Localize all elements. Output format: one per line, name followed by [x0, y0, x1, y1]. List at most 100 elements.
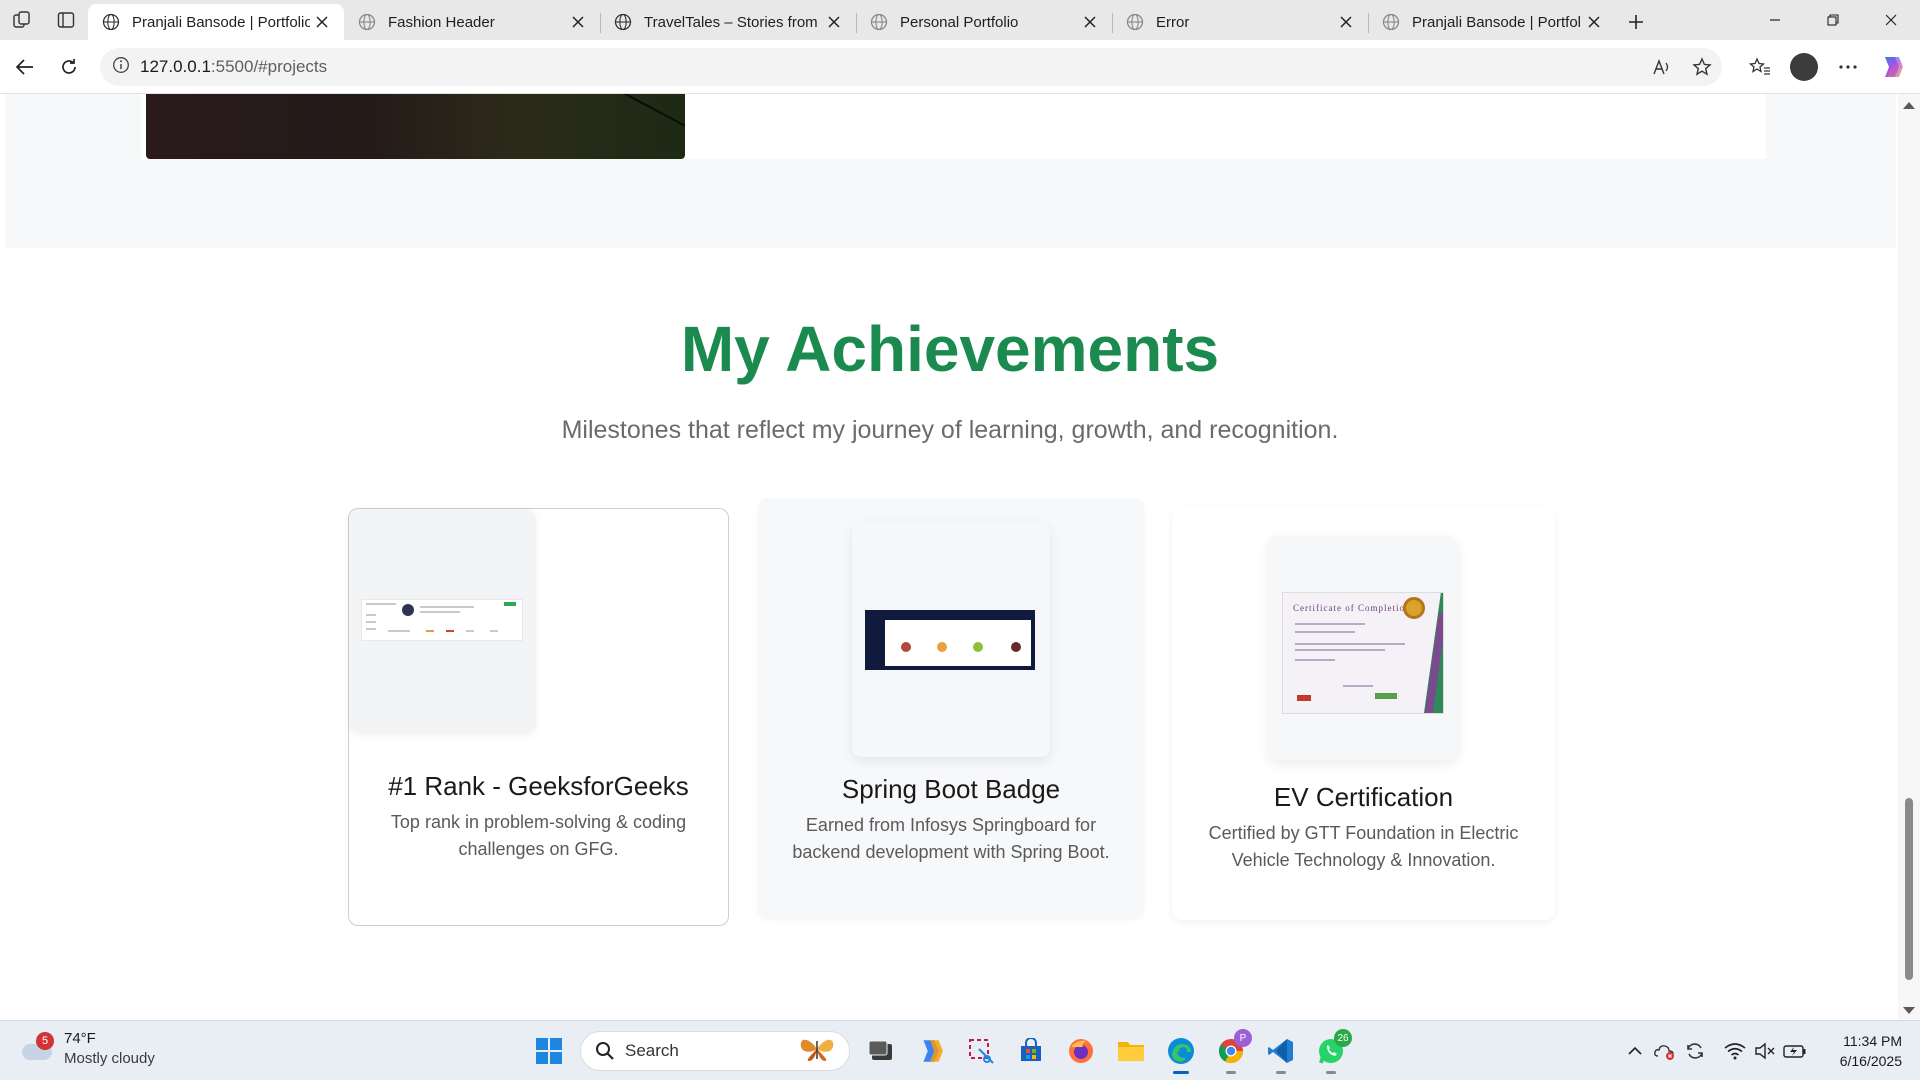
- start-windows-icon[interactable]: [524, 1027, 574, 1075]
- certificate-image: Certificate of Completion: [1282, 592, 1444, 714]
- globe-icon: [612, 11, 634, 33]
- sync-icon[interactable]: [1680, 1031, 1710, 1071]
- onedrive-error-icon[interactable]: [1650, 1031, 1680, 1071]
- tab-title: Personal Portfolio: [900, 13, 1019, 31]
- weather-badge: 5: [36, 1032, 54, 1050]
- globe-icon: [1380, 11, 1402, 33]
- tab-title: Error: [1156, 13, 1190, 31]
- read-aloud-icon[interactable]: [1642, 49, 1682, 85]
- url-path: :5500/#projects: [210, 57, 328, 76]
- edge-browser-icon[interactable]: [1156, 1027, 1206, 1075]
- ev-certificate-thumbnail: Certificate of Completion: [1268, 536, 1458, 760]
- clock-date: 6/16/2025: [1839, 1053, 1902, 1069]
- taskbar-search-box[interactable]: Search: [580, 1031, 850, 1071]
- close-window-icon[interactable]: [1862, 0, 1920, 40]
- task-view-icon[interactable]: [856, 1027, 906, 1075]
- site-info-icon[interactable]: [112, 56, 130, 79]
- page-viewport: My Achievements Milestones that reflect …: [0, 94, 1920, 1020]
- refresh-icon[interactable]: [47, 47, 91, 87]
- certificate-heading: Certificate of Completion: [1293, 603, 1411, 613]
- search-label: Search: [625, 1041, 679, 1060]
- achievement-card-gfg[interactable]: #1 Rank - GeeksforGeeks Top rank in prob…: [348, 508, 729, 926]
- vscode-icon[interactable]: [1256, 1027, 1306, 1075]
- close-tab-icon[interactable]: [566, 10, 590, 34]
- close-tab-icon[interactable]: [1334, 10, 1358, 34]
- gfg-screenshot-thumbnail: [349, 509, 536, 733]
- browser-toolbar: 127.0.0.1:5500/#projects: [0, 40, 1920, 94]
- restore-icon[interactable]: [1804, 0, 1862, 40]
- chrome-icon[interactable]: P: [1206, 1027, 1256, 1075]
- battery-charging-icon[interactable]: [1780, 1031, 1810, 1071]
- tab-portfolio-active[interactable]: Pranjali Bansode | Portfolio: [88, 4, 344, 40]
- search-icon: [596, 1042, 614, 1060]
- file-explorer-icon[interactable]: [1106, 1027, 1156, 1075]
- achievement-card-ev[interactable]: Certificate of Completion EV Certificati…: [1172, 508, 1555, 920]
- profile-avatar[interactable]: [1782, 47, 1826, 87]
- wifi-icon[interactable]: [1720, 1031, 1750, 1071]
- chrome-profile-badge: P: [1234, 1029, 1252, 1047]
- copilot-icon[interactable]: [1870, 47, 1914, 87]
- tab-traveltales[interactable]: TravelTales – Stories from E: [600, 4, 857, 40]
- vertical-tabs-icon[interactable]: [44, 0, 88, 40]
- achievement-card-springboot[interactable]: Spring Boot Badge Earned from Infosys Sp…: [758, 498, 1144, 918]
- more-options-icon[interactable]: [1826, 47, 1870, 87]
- close-tab-icon[interactable]: [310, 10, 334, 34]
- card-description: Top rank in problem-solving & coding cha…: [390, 812, 687, 859]
- tab-title: TravelTales – Stories from E: [644, 13, 822, 31]
- card-title: EV Certification: [1273, 782, 1454, 812]
- globe-icon: [356, 11, 378, 33]
- copilot-app-icon[interactable]: [906, 1027, 956, 1075]
- snipping-tool-icon[interactable]: [956, 1027, 1006, 1075]
- globe-icon: [1124, 11, 1146, 33]
- favorites-icon[interactable]: [1738, 47, 1782, 87]
- taskbar-apps: Search P 26: [524, 1027, 1356, 1075]
- card-description: Certified by GTT Foundation in Electric …: [1208, 823, 1519, 870]
- close-tab-icon[interactable]: [1582, 10, 1606, 34]
- firefox-icon[interactable]: [1056, 1027, 1106, 1075]
- volume-muted-icon[interactable]: [1750, 1031, 1780, 1071]
- url-text[interactable]: 127.0.0.1:5500/#projects: [140, 57, 327, 77]
- toolbar-right-group: [1738, 47, 1920, 87]
- system-clock[interactable]: 11:34 PM 6/16/2025: [1810, 1031, 1920, 1071]
- achievements-title: My Achievements: [680, 313, 1220, 385]
- new-tab-button[interactable]: [1616, 4, 1656, 40]
- close-tab-icon[interactable]: [822, 10, 846, 34]
- tab-portfolio-duplicate[interactable]: Pranjali Bansode | Portfolio: [1368, 4, 1616, 40]
- butterfly-icon: [795, 1035, 839, 1068]
- card-description: Earned from Infosys Springboard for back…: [792, 815, 1110, 862]
- weather-condition: Mostly cloudy: [64, 1050, 155, 1067]
- tab-personal-portfolio[interactable]: Personal Portfolio: [856, 4, 1113, 40]
- globe-icon: [100, 11, 122, 33]
- system-tray: 11:34 PM 6/16/2025: [1620, 1021, 1920, 1080]
- weather-widget[interactable]: 5 74°F Mostly cloudy: [20, 1029, 155, 1069]
- project-image-bottom: [146, 94, 685, 159]
- tab-title: Pranjali Bansode | Portfolio: [1412, 13, 1582, 31]
- avatar: [1790, 53, 1818, 81]
- whatsapp-icon[interactable]: 26: [1306, 1027, 1356, 1075]
- scrollbar-thumb[interactable]: [1905, 798, 1913, 980]
- show-hidden-icons-chevron-icon[interactable]: [1620, 1031, 1650, 1071]
- minimize-icon[interactable]: [1746, 0, 1804, 40]
- scroll-up-arrow-icon[interactable]: [1903, 102, 1915, 109]
- window-controls: [1746, 0, 1920, 40]
- whatsapp-notification-badge: 26: [1334, 1029, 1352, 1047]
- previous-section-bottom: [5, 94, 1896, 248]
- weather-temperature: 74°F: [64, 1030, 96, 1047]
- gfg-profile-screenshot: [361, 599, 523, 641]
- tab-title: Fashion Header: [388, 13, 495, 31]
- medal-icon: [1403, 597, 1425, 619]
- springboot-screenshot-thumbnail: [852, 522, 1050, 757]
- tab-fashion-header[interactable]: Fashion Header: [344, 4, 601, 40]
- scroll-down-arrow-icon[interactable]: [1903, 1007, 1915, 1014]
- url-host: 127.0.0.1: [140, 57, 211, 76]
- workspaces-icon[interactable]: [0, 0, 44, 40]
- tab-error[interactable]: Error: [1112, 4, 1369, 40]
- clock-time: 11:34 PM: [1843, 1033, 1902, 1049]
- page-scrollbar[interactable]: [1898, 94, 1920, 1020]
- back-icon[interactable]: [3, 47, 47, 87]
- close-tab-icon[interactable]: [1078, 10, 1102, 34]
- browser-tab-strip: Pranjali Bansode | Portfolio Fashion Hea…: [0, 0, 1920, 40]
- favorite-star-icon[interactable]: [1682, 49, 1722, 85]
- microsoft-store-icon[interactable]: [1006, 1027, 1056, 1075]
- address-bar[interactable]: 127.0.0.1:5500/#projects: [100, 48, 1722, 86]
